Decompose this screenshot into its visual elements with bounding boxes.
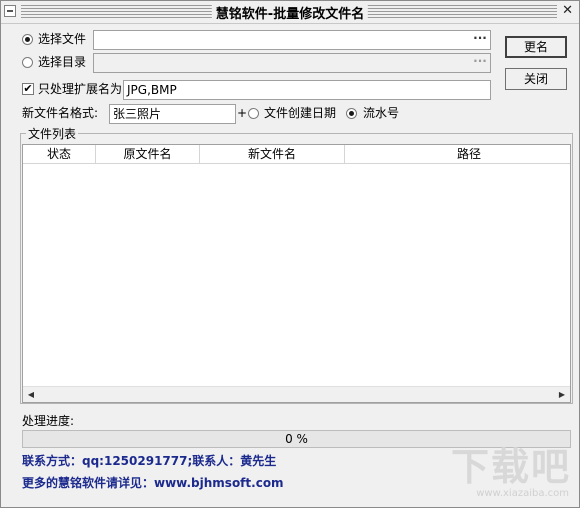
creation-date-label: 文件创建日期 (264, 106, 337, 120)
radio-creation-date[interactable] (248, 108, 259, 119)
column-original-name[interactable]: 原文件名 (96, 145, 200, 163)
progress-label: 处理进度: (22, 414, 75, 428)
watermark-url: www.xiazaiba.com (476, 488, 569, 499)
horizontal-scrollbar[interactable]: ◀ ▶ (23, 386, 570, 402)
radio-select-file[interactable] (22, 34, 33, 45)
extension-filter-label: 只处理扩展名为 (38, 82, 123, 96)
rename-button[interactable]: 更名 (505, 36, 567, 58)
close-button[interactable]: 关闭 (505, 68, 567, 90)
close-icon[interactable]: ✕ (562, 3, 573, 19)
radio-select-directory[interactable] (22, 57, 33, 68)
file-list-view[interactable]: 状态 原文件名 新文件名 路径 ◀ ▶ (22, 144, 571, 403)
watermark-logo: 下载吧 (450, 445, 571, 489)
window-title: 慧铭软件-批量修改文件名 (211, 3, 369, 22)
file-list-header: 状态 原文件名 新文件名 路径 (23, 145, 570, 164)
app-window: 慧铭软件-批量修改文件名 ✕ 选择文件 ··· 选择目录 ··· ✔ 只处理扩展… (0, 0, 580, 508)
select-directory-label: 选择目录 (38, 55, 87, 69)
serial-number-label: 流水号 (363, 106, 400, 120)
browse-file-button[interactable]: ··· (471, 32, 489, 48)
file-list-title: 文件列表 (26, 127, 79, 141)
browse-directory-button[interactable]: ··· (471, 55, 489, 71)
title-bar[interactable]: 慧铭软件-批量修改文件名 ✕ (1, 1, 579, 24)
file-path-input[interactable]: ··· (93, 30, 491, 50)
contact-info: 联系方式：qq:1250291777;联系人：黄先生 (22, 454, 277, 468)
name-format-label: 新文件名格式: (22, 106, 99, 120)
plus-sign: + (237, 106, 248, 120)
scroll-left-icon[interactable]: ◀ (23, 387, 39, 402)
scroll-right-icon[interactable]: ▶ (554, 387, 570, 402)
column-new-name[interactable]: 新文件名 (200, 145, 345, 163)
directory-path-input[interactable]: ··· (93, 53, 491, 73)
website-info: 更多的慧铭软件请详见：www.bjhmsoft.com (22, 476, 284, 490)
radio-serial-number[interactable] (346, 108, 357, 119)
name-format-input[interactable]: 张三照片 (109, 104, 236, 124)
system-menu-icon[interactable] (4, 5, 16, 17)
extension-filter-checkbox[interactable]: ✔ (22, 83, 34, 95)
select-file-label: 选择文件 (38, 32, 87, 46)
column-path[interactable]: 路径 (345, 145, 570, 163)
column-status[interactable]: 状态 (23, 145, 96, 163)
extension-input[interactable]: JPG,BMP (123, 80, 491, 100)
